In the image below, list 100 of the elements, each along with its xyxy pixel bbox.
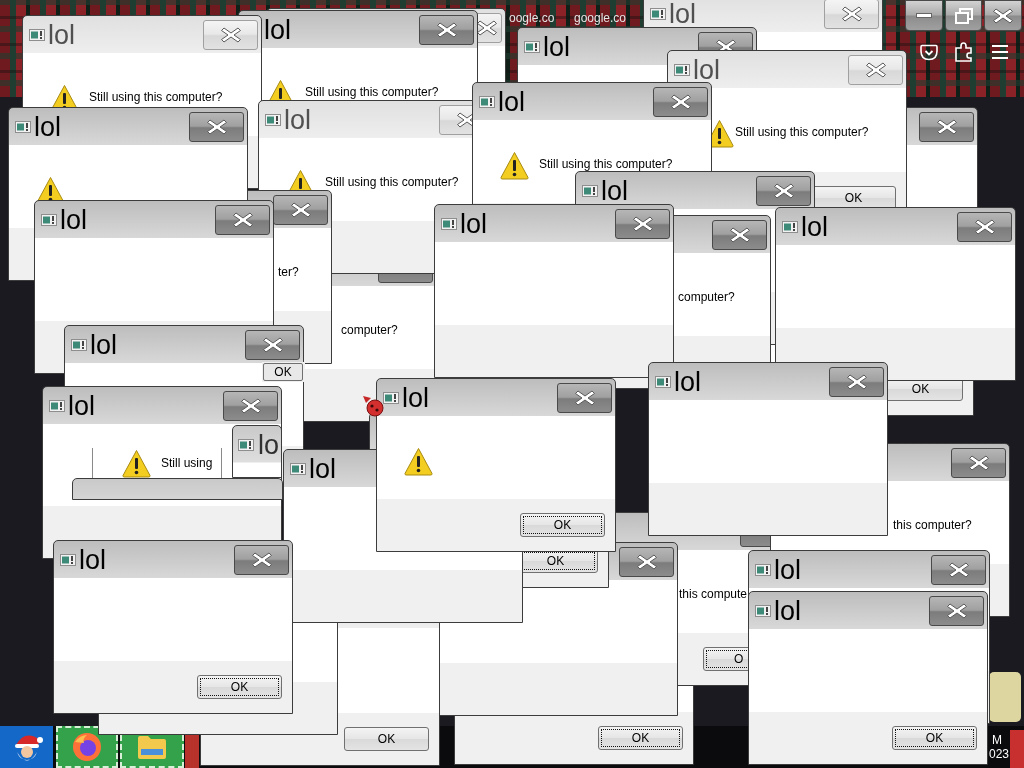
window-title: lol bbox=[693, 57, 720, 84]
taskbar-button[interactable] bbox=[56, 726, 118, 768]
window-icon bbox=[238, 439, 254, 451]
window-icon bbox=[674, 64, 690, 76]
close-button[interactable] bbox=[189, 112, 244, 142]
window-icon bbox=[41, 214, 57, 226]
window-icon bbox=[650, 8, 666, 20]
window-icon bbox=[15, 121, 31, 133]
puzzle-icon[interactable] bbox=[955, 42, 973, 62]
ok-button[interactable]: OK bbox=[197, 675, 282, 699]
close-icon bbox=[865, 62, 886, 78]
close-button[interactable] bbox=[919, 112, 974, 142]
ok-button[interactable]: OK bbox=[520, 513, 605, 537]
close-icon bbox=[290, 202, 311, 218]
close-button[interactable] bbox=[957, 212, 1012, 242]
window-icon bbox=[441, 218, 457, 230]
close-icon bbox=[841, 6, 862, 22]
close-button[interactable] bbox=[273, 195, 328, 225]
window-icon bbox=[755, 605, 771, 617]
clock-text: 023 bbox=[989, 747, 1010, 761]
window-title: lol bbox=[601, 178, 628, 205]
window-icon bbox=[71, 339, 87, 351]
close-icon bbox=[773, 183, 794, 199]
window-icon bbox=[479, 96, 495, 108]
close-icon bbox=[251, 552, 272, 568]
close-icon bbox=[974, 219, 995, 235]
close-icon bbox=[993, 7, 1013, 24]
shield-icon[interactable] bbox=[920, 44, 938, 61]
close-icon bbox=[477, 20, 497, 36]
close-button[interactable] bbox=[234, 545, 289, 575]
window-icon bbox=[655, 376, 671, 388]
ok-button[interactable]: OK bbox=[263, 363, 303, 381]
close-button[interactable] bbox=[984, 0, 1022, 31]
message-text: this compute bbox=[679, 587, 748, 601]
ok-button[interactable]: OK bbox=[892, 726, 977, 750]
window-icon bbox=[782, 221, 798, 233]
message-text: computer? bbox=[341, 323, 398, 337]
window-title: lol bbox=[48, 22, 75, 49]
close-icon bbox=[936, 119, 957, 135]
window-icon bbox=[49, 400, 65, 412]
close-button[interactable] bbox=[215, 205, 270, 235]
window-icon bbox=[755, 564, 771, 576]
close-button[interactable] bbox=[929, 596, 984, 626]
window-title: lol bbox=[669, 1, 696, 28]
close-button[interactable] bbox=[245, 330, 300, 360]
close-icon bbox=[262, 337, 283, 353]
window-icon bbox=[29, 29, 45, 41]
window-icon bbox=[290, 463, 306, 475]
start-button[interactable] bbox=[0, 726, 53, 768]
close-icon bbox=[220, 27, 241, 43]
restore-icon bbox=[954, 7, 973, 24]
window-title: lol bbox=[68, 393, 95, 420]
close-icon bbox=[232, 212, 253, 228]
ok-button[interactable]: OK bbox=[598, 726, 683, 750]
close-icon bbox=[436, 22, 457, 38]
window-title: lol bbox=[543, 34, 570, 61]
window-title: lol bbox=[79, 547, 106, 574]
window-title: lol bbox=[34, 114, 61, 141]
restore-button[interactable] bbox=[945, 0, 982, 31]
close-button[interactable] bbox=[615, 209, 670, 239]
close-button[interactable] bbox=[931, 555, 986, 585]
close-button[interactable] bbox=[653, 87, 708, 117]
close-button[interactable] bbox=[756, 176, 811, 206]
close-button[interactable] bbox=[619, 547, 674, 577]
close-icon bbox=[948, 562, 969, 578]
window-icon bbox=[383, 392, 399, 404]
close-button[interactable] bbox=[223, 391, 278, 421]
close-icon bbox=[574, 390, 595, 406]
window-title: lol bbox=[60, 207, 87, 234]
folder-icon bbox=[137, 734, 167, 760]
ok-button[interactable]: OK bbox=[344, 727, 429, 751]
message-text: ter? bbox=[278, 265, 299, 279]
window-title: lol bbox=[774, 557, 801, 584]
window-title: lol bbox=[264, 17, 291, 44]
minimize-icon bbox=[916, 13, 932, 18]
window-title: lol bbox=[498, 89, 525, 116]
message-text: Still using this computer? bbox=[325, 175, 459, 189]
browser-tab[interactable]: oogle.co bbox=[509, 11, 555, 25]
close-button[interactable] bbox=[419, 15, 474, 45]
close-icon bbox=[636, 554, 657, 570]
menu-icon[interactable] bbox=[992, 45, 1008, 59]
close-icon bbox=[846, 374, 867, 390]
message-text: Still using this computer? bbox=[89, 90, 223, 104]
close-button[interactable] bbox=[712, 220, 767, 250]
browser-icon bbox=[72, 732, 102, 762]
note-tile bbox=[989, 672, 1021, 722]
message-text: computer? bbox=[678, 290, 735, 304]
minimize-button[interactable] bbox=[905, 0, 943, 31]
window-title: lo bbox=[258, 432, 279, 459]
browser-tab[interactable]: google.co bbox=[574, 11, 627, 25]
window-icon bbox=[60, 554, 76, 566]
window-title: lol bbox=[309, 456, 336, 483]
close-button[interactable] bbox=[829, 367, 884, 397]
close-button[interactable] bbox=[951, 448, 1006, 478]
close-button[interactable] bbox=[557, 383, 612, 413]
bug-cursor-icon bbox=[362, 395, 384, 417]
clock-text: M bbox=[992, 733, 1002, 747]
close-icon bbox=[670, 94, 691, 110]
window-title: lol bbox=[674, 369, 701, 396]
close-icon bbox=[968, 455, 989, 471]
